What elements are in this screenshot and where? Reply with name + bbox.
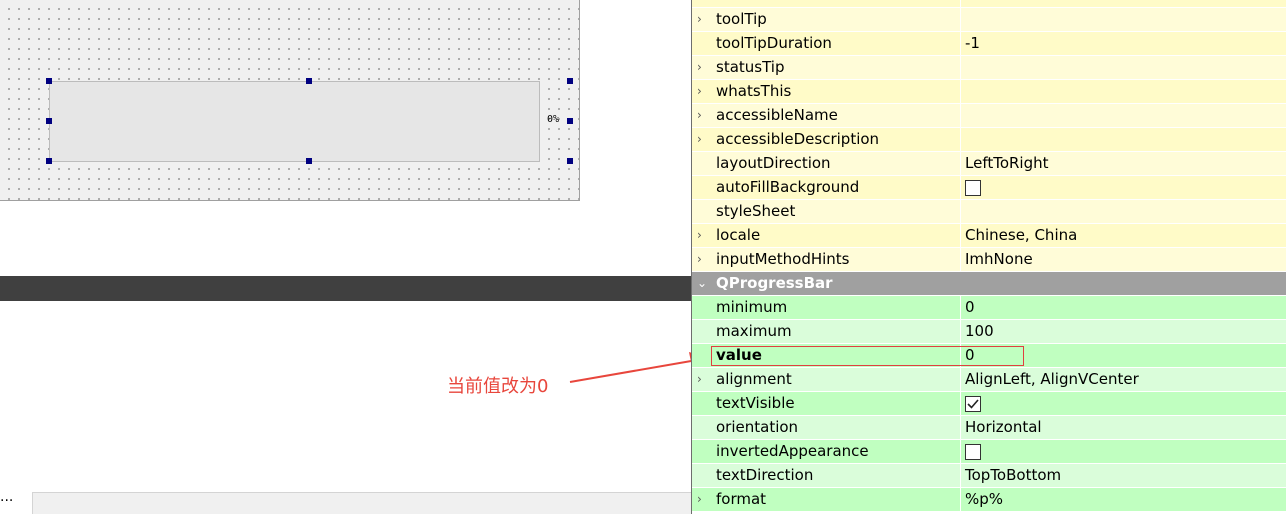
property-section-header[interactable]: ⌄ QProgressBar [692,272,1286,296]
chevron-right-icon[interactable]: › [697,227,711,243]
property-name: statusTip [716,58,785,76]
property-value[interactable]: ImhNone [965,250,1033,268]
chevron-right-icon[interactable]: › [697,251,711,267]
property-name: alignment [716,370,792,388]
property-name: styleSheet [716,202,796,220]
property-value[interactable]: Chinese, China [965,226,1077,244]
property-name: accessibleDescription [716,130,880,148]
chevron-right-icon[interactable]: › [697,491,711,507]
selection-handle-top-left[interactable] [46,78,52,84]
property-row-partial[interactable]: … [692,0,1286,8]
property-row-layoutDirection[interactable]: layoutDirection LeftToRight [692,152,1286,176]
property-row-invertedAppearance[interactable]: invertedAppearance [692,440,1286,464]
selection-handle-top-center[interactable] [306,78,312,84]
property-value[interactable]: TopToBottom [965,466,1061,484]
chevron-right-icon[interactable]: › [697,83,711,99]
property-name: accessibleName [716,106,838,124]
property-value[interactable]: AlignLeft, AlignVCenter [965,370,1139,388]
chevron-right-icon[interactable]: › [697,371,711,387]
property-name: toolTipDuration [716,34,832,52]
property-value[interactable]: LeftToRight [965,154,1049,172]
property-value: … [965,0,980,4]
selection-handle-bottom-left[interactable] [46,158,52,164]
property-value[interactable]: 0 [965,298,975,316]
selection-handle-bottom-right[interactable] [567,158,573,164]
property-name: locale [716,226,761,244]
property-name: invertedAppearance [716,442,869,460]
checkbox-unchecked[interactable] [965,180,981,196]
form-canvas[interactable]: 0% [0,0,580,201]
ellipsis-label: ... [0,489,14,505]
property-row-textVisible[interactable]: textVisible [692,392,1286,416]
output-panel [0,301,691,514]
progress-percent-label: 0% [547,114,560,125]
checkbox-checked[interactable] [965,396,981,412]
property-name: value [716,346,762,364]
property-row-maximum[interactable]: maximum 100 [692,320,1286,344]
property-row-alignment[interactable]: › alignment AlignLeft, AlignVCenter [692,368,1286,392]
horizontal-scrollbar[interactable] [32,492,691,514]
property-name: maximum [716,322,792,340]
property-name: autoFillBackground [716,178,860,196]
property-name: textDirection [716,466,814,484]
property-row-styleSheet[interactable]: styleSheet [692,200,1286,224]
chevron-right-icon[interactable]: › [697,11,711,27]
property-name: toolTip [716,10,767,28]
property-value[interactable]: Horizontal [965,418,1042,436]
property-value[interactable]: 0 [965,346,975,364]
property-row-toolTip[interactable]: › toolTip [692,8,1286,32]
property-row-minimum[interactable]: minimum 0 [692,296,1286,320]
chevron-right-icon[interactable]: › [697,59,711,75]
chevron-right-icon[interactable]: › [697,131,711,147]
property-row-inputMethodHints[interactable]: › inputMethodHints ImhNone [692,248,1286,272]
property-value[interactable]: -1 [965,34,980,52]
selection-handle-bottom-center[interactable] [306,158,312,164]
property-name: orientation [716,418,799,436]
checkmark-icon [967,399,979,409]
property-row-orientation[interactable]: orientation Horizontal [692,416,1286,440]
selection-handle-middle-right[interactable] [567,118,573,124]
property-row-textDirection[interactable]: textDirection TopToBottom [692,464,1286,488]
progress-bar-widget[interactable] [49,81,540,162]
property-name: minimum [716,298,788,316]
property-row-whatsThis[interactable]: › whatsThis [692,80,1286,104]
property-editor[interactable]: … › toolTip toolTipDuration -1 › statusTip › wha… [691,0,1286,514]
property-row-statusTip[interactable]: › statusTip [692,56,1286,80]
property-row-format[interactable]: › format %p% [692,488,1286,512]
property-name: inputMethodHints [716,250,850,268]
selection-handle-top-right[interactable] [567,78,573,84]
property-row-toolTipDuration[interactable]: toolTipDuration -1 [692,32,1286,56]
property-row-accessibleName[interactable]: › accessibleName [692,104,1286,128]
property-row-locale[interactable]: › locale Chinese, China [692,224,1286,248]
property-name: whatsThis [716,82,792,100]
chevron-down-icon[interactable]: ⌄ [697,275,711,291]
panel-title-bar [0,276,691,301]
property-value[interactable]: %p% [965,490,1003,508]
property-value[interactable]: 100 [965,322,994,340]
property-name: textVisible [716,394,795,412]
property-row-value[interactable]: value 0 [692,344,1286,368]
property-name: format [716,490,767,508]
property-row-autoFillBackground[interactable]: autoFillBackground [692,176,1286,200]
annotation-text: 当前值改为0 [447,376,549,397]
chevron-right-icon[interactable]: › [697,107,711,123]
checkbox-unchecked[interactable] [965,444,981,460]
section-title: QProgressBar [716,274,833,292]
property-name: layoutDirection [716,154,831,172]
selection-handle-middle-left[interactable] [46,118,52,124]
property-row-accessibleDescription[interactable]: › accessibleDescription [692,128,1286,152]
